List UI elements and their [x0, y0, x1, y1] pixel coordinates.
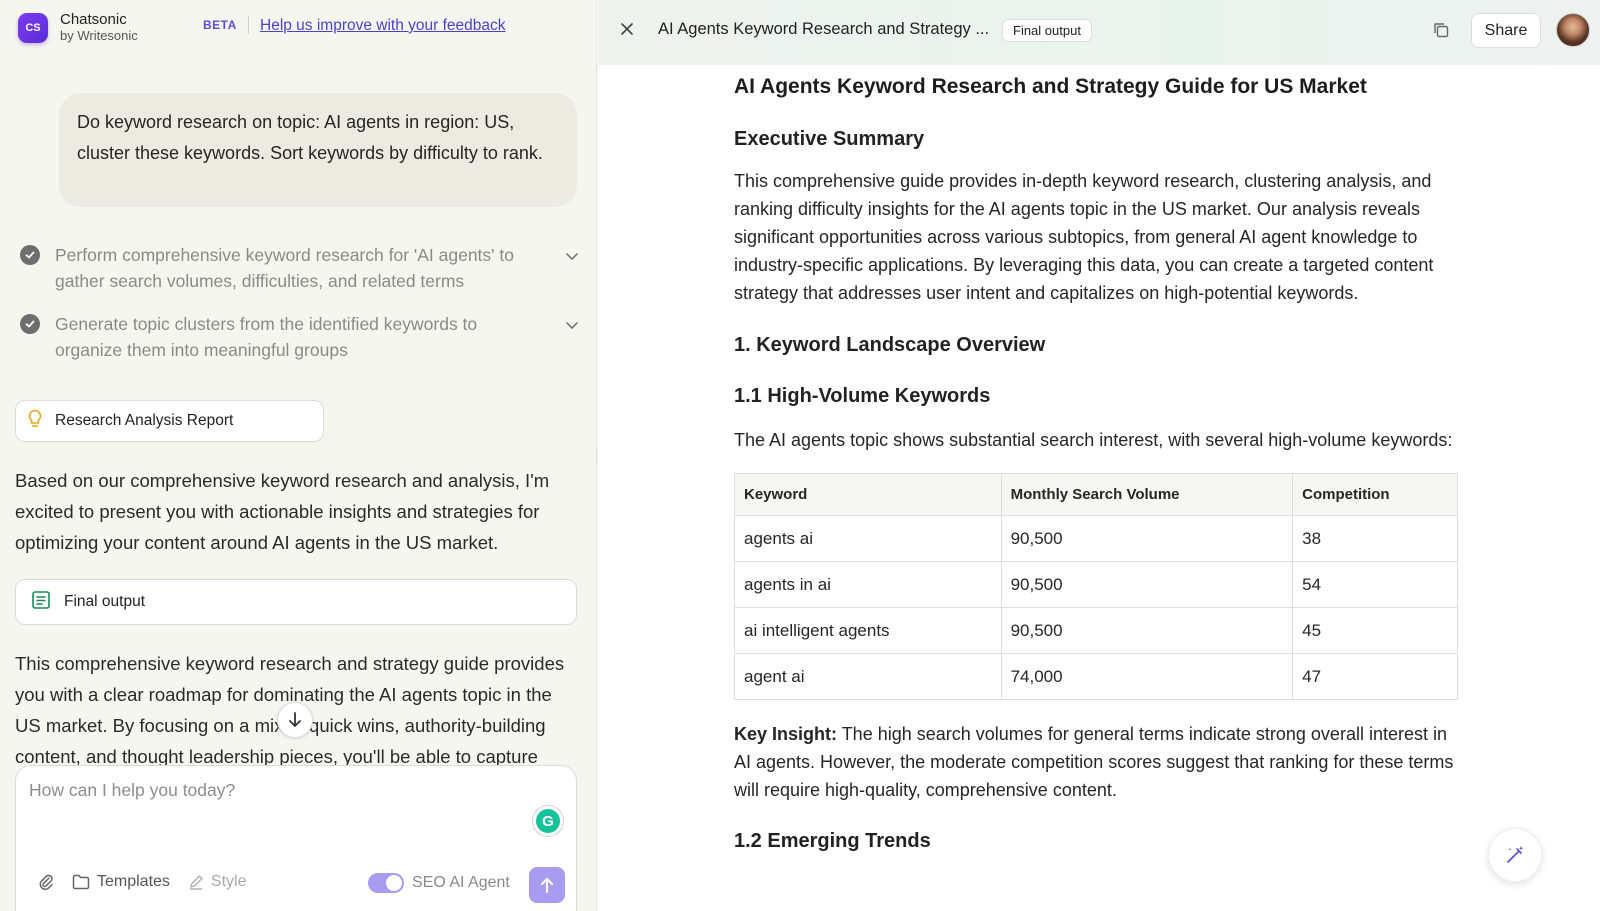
table-row: ai intelligent agents 90,500 45 [734, 607, 1458, 654]
table-cell: ai intelligent agents [734, 607, 1002, 654]
brand-text: Chatsonic by Writesonic [60, 12, 138, 44]
chatsonic-logo: CS [18, 13, 48, 43]
table-cell: 90,500 [1000, 607, 1294, 654]
document-list-icon [30, 590, 52, 615]
composer-toolbar: Templates Style [38, 873, 247, 891]
research-report-card[interactable]: Research Analysis Report [15, 400, 324, 442]
message-composer: G Templates Style SEO AI Agent [15, 765, 577, 911]
brand[interactable]: CS Chatsonic by Writesonic [18, 12, 138, 44]
keyword-table: Keyword Monthly Search Volume Competitio… [734, 473, 1458, 700]
brand-name: Chatsonic [60, 11, 127, 28]
key-insight-text: The high search volumes for general term… [734, 724, 1454, 800]
table-cell: agent ai [734, 653, 1002, 700]
divider [248, 16, 249, 34]
section-intro-text: The AI agents topic shows substantial se… [734, 430, 1453, 450]
table-cell: 90,500 [1000, 561, 1294, 608]
section-heading: Executive Summary [734, 128, 925, 150]
table-row: agents ai 90,500 38 [734, 515, 1458, 562]
share-button[interactable]: Share [1471, 13, 1541, 48]
agent-step-1[interactable]: Perform comprehensive keyword research f… [20, 242, 580, 294]
agent-step-2[interactable]: Generate topic clusters from the identif… [20, 311, 580, 363]
table-cell: 38 [1292, 515, 1458, 562]
templates-button[interactable]: Templates [72, 873, 170, 891]
arrow-up-icon [541, 878, 553, 893]
document-body: AI Agents Keyword Research and Strategy … [734, 73, 1464, 855]
beta-badge: BETA [203, 18, 237, 32]
executive-summary-text: This comprehensive guide provides in-dep… [734, 171, 1434, 303]
table-cell: agents ai [734, 515, 1002, 562]
table-cell: 45 [1292, 607, 1458, 654]
section-heading: 1. Keyword Landscape Overview [734, 334, 1046, 356]
final-output-card[interactable]: Final output [15, 579, 577, 625]
table-cell: 54 [1292, 561, 1458, 608]
document-panel: AI Agents Keyword Research and Strategy … [598, 0, 1600, 911]
brand-subtitle: by Writesonic [60, 28, 138, 43]
step-text: Generate topic clusters from the identif… [55, 314, 478, 360]
paperclip-icon [39, 874, 53, 891]
arrow-down-icon [289, 712, 301, 727]
subsection-heading: 1.2 Emerging Trends [734, 830, 931, 852]
avatar[interactable] [1556, 13, 1590, 47]
final-output-label: Final output [64, 593, 145, 610]
table-header-row: Keyword Monthly Search Volume Competitio… [734, 473, 1458, 516]
style-button[interactable]: Style [188, 873, 247, 891]
table-header-cell: Competition [1292, 473, 1458, 516]
research-report-label: Research Analysis Report [55, 412, 234, 429]
document-title: AI Agents Keyword Research and Strategy … [658, 20, 990, 38]
send-button[interactable] [529, 867, 565, 903]
table-header-cell: Monthly Search Volume [1000, 473, 1294, 516]
copy-icon[interactable] [1432, 21, 1450, 44]
table-cell: 74,000 [1000, 653, 1294, 700]
check-circle-icon [20, 314, 40, 334]
style-label: Style [210, 873, 247, 890]
table-cell: 90,500 [1000, 515, 1294, 562]
templates-label: Templates [97, 873, 170, 890]
scroll-down-button[interactable] [277, 702, 313, 738]
table-cell: agents in ai [734, 561, 1002, 608]
chevron-down-icon[interactable] [564, 248, 580, 269]
table-row: agent ai 74,000 47 [734, 653, 1458, 700]
final-output-tag: Final output [1002, 19, 1092, 42]
message-input[interactable] [29, 780, 529, 830]
pen-icon [189, 875, 203, 890]
subsection-heading: 1.1 High-Volume Keywords [734, 385, 991, 407]
seo-agent-label: SEO AI Agent [412, 874, 510, 891]
grammarly-icon[interactable]: G [533, 806, 563, 836]
seo-agent-toggle[interactable] [368, 873, 404, 893]
table-cell: 47 [1292, 653, 1458, 700]
seo-agent-toggle-wrap: SEO AI Agent [368, 873, 510, 893]
document-header: AI Agents Keyword Research and Strategy … [598, 0, 1600, 65]
magic-edit-button[interactable] [1488, 828, 1542, 882]
step-text: Perform comprehensive keyword research f… [55, 245, 514, 291]
key-insight: Key Insight: The high search volumes for… [734, 720, 1464, 804]
user-message: Do keyword research on topic: AI agents … [59, 93, 577, 207]
document-heading: AI Agents Keyword Research and Strategy … [734, 75, 1367, 98]
key-insight-label: Key Insight: [734, 724, 838, 744]
attach-button[interactable] [38, 873, 54, 891]
magic-wand-icon [1507, 846, 1524, 863]
assistant-reply: Based on our comprehensive keyword resea… [15, 470, 550, 553]
folder-icon [72, 874, 90, 890]
chat-panel: CS Chatsonic by Writesonic BETA Help us … [0, 0, 597, 911]
close-icon[interactable] [620, 22, 634, 41]
lightbulb-icon [27, 409, 43, 434]
table-row: agents in ai 90,500 54 [734, 561, 1458, 608]
check-circle-icon [20, 245, 40, 265]
table-header-cell: Keyword [734, 473, 1002, 516]
feedback-link[interactable]: Help us improve with your feedback [260, 17, 506, 35]
chevron-down-icon[interactable] [564, 317, 580, 338]
